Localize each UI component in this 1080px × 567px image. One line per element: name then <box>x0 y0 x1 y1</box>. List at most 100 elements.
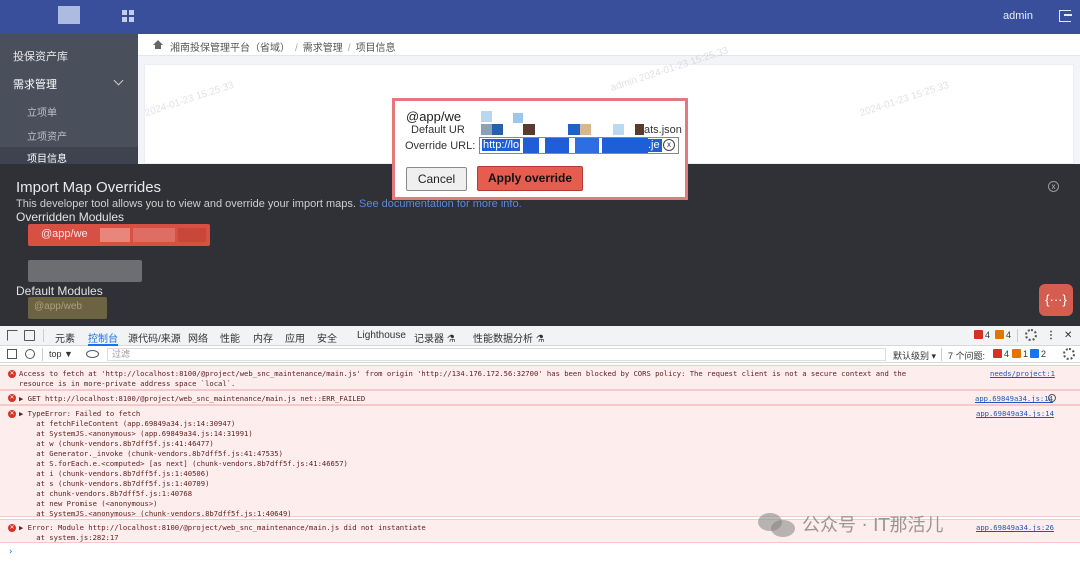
stack-frame[interactable]: at SystemJS.<anonymous> (app.69849a34.js… <box>19 429 252 438</box>
issue-warning-badge[interactable]: 1 <box>1012 349 1028 359</box>
divider <box>42 348 43 361</box>
tab-sources[interactable]: 源代码/来源 <box>128 330 181 345</box>
stack-frame[interactable]: at system.js:282:17 <box>19 533 118 542</box>
redacted-block <box>481 111 492 122</box>
tab-console[interactable]: 控制台 <box>88 330 118 346</box>
console-settings-icon[interactable] <box>1063 348 1075 360</box>
breadcrumb: 湘南投保管理平台（省域） / 需求管理 / 项目信息 <box>138 34 1080 56</box>
inspect-element-icon[interactable] <box>7 330 18 341</box>
console-source-link[interactable]: app.69849a34.js:14 <box>975 394 1053 403</box>
tab-elements[interactable]: 元素 <box>55 330 75 345</box>
stack-frame[interactable]: at i (chunk-vendors.8b7dff5f.js:1:40506) <box>19 469 209 478</box>
console-source-link[interactable]: needs/project:1 <box>990 369 1055 378</box>
stack-frame[interactable]: at s (chunk-vendors.8b7dff5f.js:1:40709) <box>19 479 209 488</box>
console-line: ▶ TypeError: Failed to fetch <box>19 409 141 418</box>
sidebar-item-asset-library[interactable]: 投保资产库 <box>13 48 151 64</box>
redacted-block <box>635 124 644 135</box>
redacted-block <box>513 113 523 123</box>
device-toolbar-icon[interactable] <box>24 330 35 341</box>
logout-icon[interactable] <box>1059 10 1072 22</box>
stack-frame[interactable]: at fetchFileContent (app.69849a34.js:14:… <box>19 419 235 428</box>
wechat-icon <box>758 511 796 537</box>
overridden-module-button[interactable]: @app/we <box>28 224 210 246</box>
override-dialog: @app/we Default UR ats.json Override URL… <box>392 98 688 200</box>
breadcrumb-item[interactable]: 需求管理 <box>303 43 343 54</box>
tab-network[interactable]: 网络 <box>188 330 208 345</box>
error-icon: ✕ <box>8 410 16 418</box>
breadcrumb-item: 项目信息 <box>355 43 396 54</box>
log-level-dropdown[interactable]: 默认级别 ▾ <box>893 349 936 362</box>
app-grid-icon[interactable] <box>122 10 134 22</box>
default-modules-heading: Default Modules <box>16 284 103 298</box>
sidebar-toggle-icon[interactable] <box>7 349 17 359</box>
default-url-value: ats.json <box>644 124 682 136</box>
chevron-down-icon <box>113 75 124 86</box>
override-url-selected-text: http://lo <box>482 139 521 151</box>
apply-override-button[interactable]: Apply override <box>477 166 583 191</box>
tab-recorder[interactable]: 记录器 ⚗ <box>414 330 456 345</box>
import-map-toggle-button[interactable]: {···} <box>1039 284 1073 316</box>
more-options-icon[interactable]: ⋮ <box>1046 330 1056 341</box>
redacted-block <box>602 138 648 153</box>
redacted-block <box>575 138 599 153</box>
stack-frame[interactable]: at SystemJS.<anonymous> (chunk-vendors.8… <box>19 509 291 518</box>
close-devtools-icon[interactable]: ✕ <box>1064 330 1072 341</box>
redacted-block <box>523 124 535 135</box>
stack-frame[interactable]: at Generator._invoke (chunk-vendors.8b7d… <box>19 449 283 458</box>
console-message[interactable]: ✕ Access to fetch at 'http://localhost:8… <box>0 365 1080 390</box>
override-url-label: Override URL: <box>405 140 476 152</box>
app-logo <box>58 6 80 24</box>
console-source-link[interactable]: app.69849a34.js:14 <box>976 409 1054 418</box>
redacted-block <box>523 138 539 153</box>
issues-label[interactable]: 7 个问题: <box>948 349 985 362</box>
stack-frame: at new Promise (<anonymous>) <box>19 499 158 508</box>
console-prompt[interactable]: › <box>8 547 13 557</box>
context-label: top <box>49 349 62 359</box>
console-line: resource is in more-private address spac… <box>19 379 236 388</box>
redacted-block <box>492 124 503 135</box>
user-name[interactable]: admin <box>1003 10 1033 22</box>
default-module-button[interactable]: @app/web <box>28 297 107 319</box>
clear-input-icon[interactable]: x <box>663 139 675 151</box>
error-count-badge[interactable]: 4 <box>974 330 990 340</box>
context-selector[interactable]: top ▼ <box>49 349 73 359</box>
tab-memory[interactable]: 内存 <box>253 330 273 345</box>
module-button[interactable] <box>28 260 142 282</box>
divider <box>43 329 44 342</box>
console-line: ▶ GET http://localhost:8100/@project/web… <box>19 394 366 403</box>
issue-error-badge[interactable]: 4 <box>993 349 1009 359</box>
stack-frame[interactable]: at chunk-vendors.8b7dff5f.js:1:40768 <box>19 489 192 498</box>
brand-watermark-text: 公众号 · IT那活儿 <box>802 515 944 536</box>
issue-error-count: 4 <box>1004 349 1010 359</box>
console-line: Access to fetch at 'http://localhost:810… <box>19 369 907 378</box>
eye-icon[interactable] <box>86 350 99 358</box>
tab-lighthouse[interactable]: Lighthouse <box>357 330 406 341</box>
redacted-block <box>580 124 591 135</box>
console-message[interactable]: ✕ ▶ GET http://localhost:8100/@project/w… <box>0 390 1080 405</box>
network-request-icon[interactable] <box>1048 394 1056 402</box>
tab-application[interactable]: 应用 <box>285 330 305 345</box>
settings-gear-icon[interactable] <box>1025 329 1037 341</box>
home-icon[interactable] <box>153 40 163 49</box>
override-url-tail: .je <box>648 139 662 152</box>
cancel-button[interactable]: Cancel <box>406 167 467 191</box>
stack-frame[interactable]: at w (chunk-vendors.8b7dff5f.js:41:46477… <box>19 439 213 448</box>
issue-info-badge[interactable]: 2 <box>1030 349 1046 359</box>
breadcrumb-items: 湘南投保管理平台（省域） / 需求管理 / 项目信息 <box>170 43 396 54</box>
stack-frame[interactable]: at S.forEach.e.<computed> [as next] (chu… <box>19 459 348 468</box>
tab-security[interactable]: 安全 <box>317 330 337 345</box>
dialog-module-name: @app/we <box>406 109 462 124</box>
tab-performance[interactable]: 性能 <box>220 330 240 345</box>
error-icon: ✕ <box>8 394 16 402</box>
tab-performance-insights[interactable]: 性能数据分析 ⚗ <box>473 330 545 345</box>
screen: admin 投保资产库 需求管理 立项单 立项资产 项目信息 湘南投保管理平台（… <box>0 0 1080 567</box>
close-icon[interactable]: x <box>1048 181 1059 192</box>
clear-console-icon[interactable] <box>25 349 35 359</box>
devtools-toolbar: 元素 控制台 源代码/来源 网络 性能 内存 应用 安全 Lighthouse … <box>0 326 1080 346</box>
console-filter-input[interactable]: 过滤 <box>107 348 886 361</box>
breadcrumb-item[interactable]: 湘南投保管理平台（省域） <box>170 43 290 54</box>
console-message[interactable]: ✕ ▶ TypeError: Failed to fetch at fetchF… <box>0 405 1080 518</box>
warning-count-badge[interactable]: 4 <box>995 330 1011 340</box>
sidebar-group-demand[interactable]: 需求管理 <box>13 75 151 92</box>
overridden-module-label: @app/we <box>41 228 88 240</box>
